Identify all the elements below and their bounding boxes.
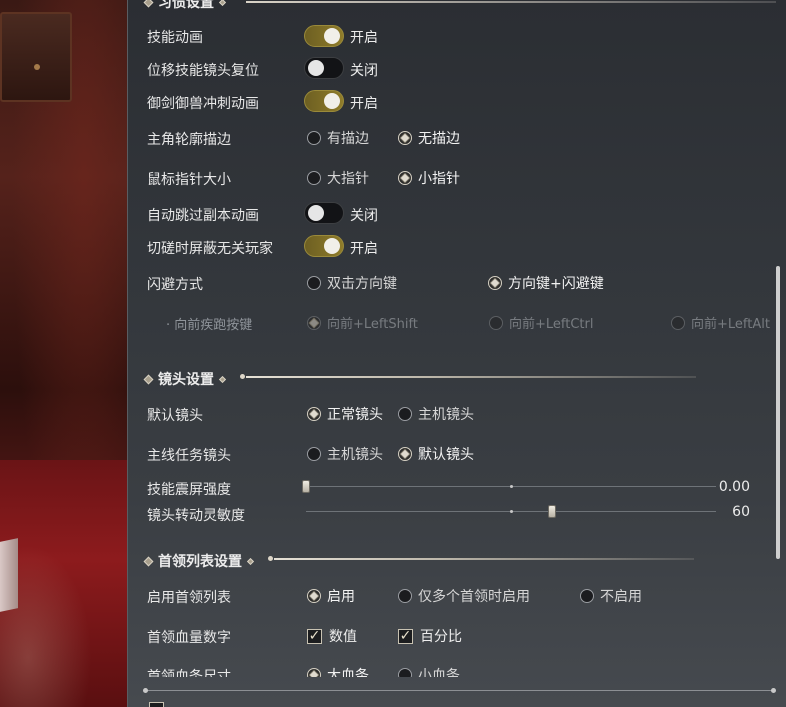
sword-dash-label: 御剑御兽冲刺动画	[147, 96, 259, 112]
diamond-icon	[218, 0, 227, 6]
sprint-key-label: · 向前疾跑按键	[166, 318, 253, 333]
sensitivity-label: 镜头转动灵敏度	[147, 508, 245, 524]
diamond-dot-icon	[488, 276, 502, 290]
check-icon: ✓	[307, 627, 322, 644]
diamond-icon	[143, 374, 154, 384]
radio-icon	[398, 668, 412, 677]
radio-sprint-alt[interactable]: 向前+LeftAlt	[671, 313, 770, 332]
radio-boss-multi[interactable]: 仅多个首领时启用	[398, 586, 530, 606]
clipped-row: 首领血条尺寸 大血条 小血条	[128, 660, 786, 677]
radio-icon	[307, 171, 321, 185]
hide-players-label: 切磋时屏蔽无关玩家	[147, 241, 273, 257]
section-divider	[246, 1, 776, 3]
game-background	[0, 0, 140, 707]
sensitivity-slider-thumb[interactable]	[548, 505, 556, 518]
outline-label: 主角轮廓描边	[147, 132, 231, 148]
radio-dodge-double-tap[interactable]: 双击方向键	[307, 273, 397, 293]
settings-panel: 习惯设置 技能动画 开启 位移技能镜头复位 关闭 御剑御兽冲刺动画 开启 主角轮…	[127, 0, 786, 707]
radio-sprint-ctrl[interactable]: 向前+LeftCtrl	[489, 313, 593, 332]
diamond-icon	[218, 375, 227, 383]
panel-bottom-divider	[145, 690, 773, 691]
section-divider	[268, 556, 694, 561]
check-icon: ✓	[398, 627, 413, 644]
diamond-icon	[143, 556, 154, 566]
radio-camera-console[interactable]: 主机镜头	[398, 404, 474, 424]
sensitivity-slider[interactable]	[306, 510, 716, 513]
shake-value: 0.00	[718, 479, 750, 495]
skip-dungeon-label: 自动跳过副本动画	[147, 208, 259, 224]
move-skill-reset-toggle[interactable]	[304, 57, 344, 79]
move-skill-reset-state: 关闭	[350, 63, 378, 79]
skill-anim-toggle[interactable]	[304, 25, 344, 47]
scrollbar[interactable]	[776, 266, 780, 559]
quest-camera-label: 主线任务镜头	[147, 448, 231, 464]
skip-dungeon-state: 关闭	[350, 208, 378, 224]
diamond-dot-icon	[307, 668, 321, 677]
hide-players-state: 开启	[350, 241, 378, 257]
diamond-dot-icon	[398, 447, 412, 461]
diamond-icon	[143, 0, 154, 7]
radio-pointer-large[interactable]: 大指针	[307, 168, 369, 188]
radio-bar-large[interactable]: 大血条	[307, 665, 369, 677]
sword-dash-toggle[interactable]	[304, 90, 344, 112]
boss-bar-label: 首领血条尺寸	[147, 669, 231, 677]
dodge-mode-label: 闪避方式	[147, 277, 203, 293]
clipped-checkbox[interactable]	[149, 702, 164, 707]
radio-outline-on[interactable]: 有描边	[307, 128, 369, 148]
diamond-dot-icon	[398, 131, 412, 145]
radio-pointer-small[interactable]: 小指针	[398, 168, 460, 188]
radio-icon	[307, 131, 321, 145]
pointer-size-label: 鼠标指针大小	[147, 172, 231, 188]
radio-icon	[489, 315, 503, 330]
section-title-camera: 镜头设置	[143, 369, 227, 389]
section-divider	[240, 374, 696, 379]
check-hp-percent[interactable]: ✓ 百分比	[398, 626, 462, 646]
radio-boss-disable[interactable]: 不启用	[580, 586, 642, 606]
hide-players-toggle[interactable]	[304, 235, 344, 257]
diamond-dot-icon	[307, 315, 321, 330]
radio-sprint-shift[interactable]: 向前+LeftShift	[307, 313, 418, 332]
diamond-dot-icon	[398, 171, 412, 185]
move-skill-reset-label: 位移技能镜头复位	[147, 63, 259, 79]
skill-anim-state: 开启	[350, 30, 378, 46]
radio-icon	[671, 315, 685, 330]
fabric-decor	[0, 538, 18, 612]
skip-dungeon-toggle[interactable]	[304, 202, 344, 224]
radio-icon	[307, 447, 321, 461]
diamond-icon	[246, 557, 255, 565]
radio-icon	[580, 589, 594, 603]
radio-bar-small[interactable]: 小血条	[398, 665, 460, 677]
red-carpet-decor	[0, 460, 140, 707]
radio-icon	[398, 407, 412, 421]
check-hp-value[interactable]: ✓ 数值	[307, 626, 357, 646]
shake-slider[interactable]	[306, 485, 716, 488]
cabinet-decor	[0, 12, 72, 102]
sensitivity-value: 60	[732, 504, 750, 520]
shake-slider-thumb[interactable]	[302, 480, 310, 493]
default-camera-label: 默认镜头	[147, 408, 203, 424]
section-title-operation: 习惯设置	[143, 0, 227, 12]
radio-outline-off[interactable]: 无描边	[398, 128, 460, 148]
radio-quest-console[interactable]: 主机镜头	[307, 444, 383, 464]
radio-icon	[398, 589, 412, 603]
radio-icon	[307, 276, 321, 290]
radio-dodge-key[interactable]: 方向键+闪避键	[488, 273, 604, 293]
radio-camera-normal[interactable]: 正常镜头	[307, 404, 383, 424]
enable-boss-list-label: 启用首领列表	[147, 590, 231, 606]
radio-boss-enable[interactable]: 启用	[307, 586, 355, 606]
skill-anim-label: 技能动画	[147, 30, 203, 46]
sword-dash-state: 开启	[350, 96, 378, 112]
diamond-dot-icon	[307, 589, 321, 603]
radio-quest-default[interactable]: 默认镜头	[398, 444, 474, 464]
boss-hp-label: 首领血量数字	[147, 630, 231, 646]
diamond-dot-icon	[307, 407, 321, 421]
shake-label: 技能震屏强度	[147, 482, 231, 498]
section-title-boss-list: 首领列表设置	[143, 551, 255, 571]
